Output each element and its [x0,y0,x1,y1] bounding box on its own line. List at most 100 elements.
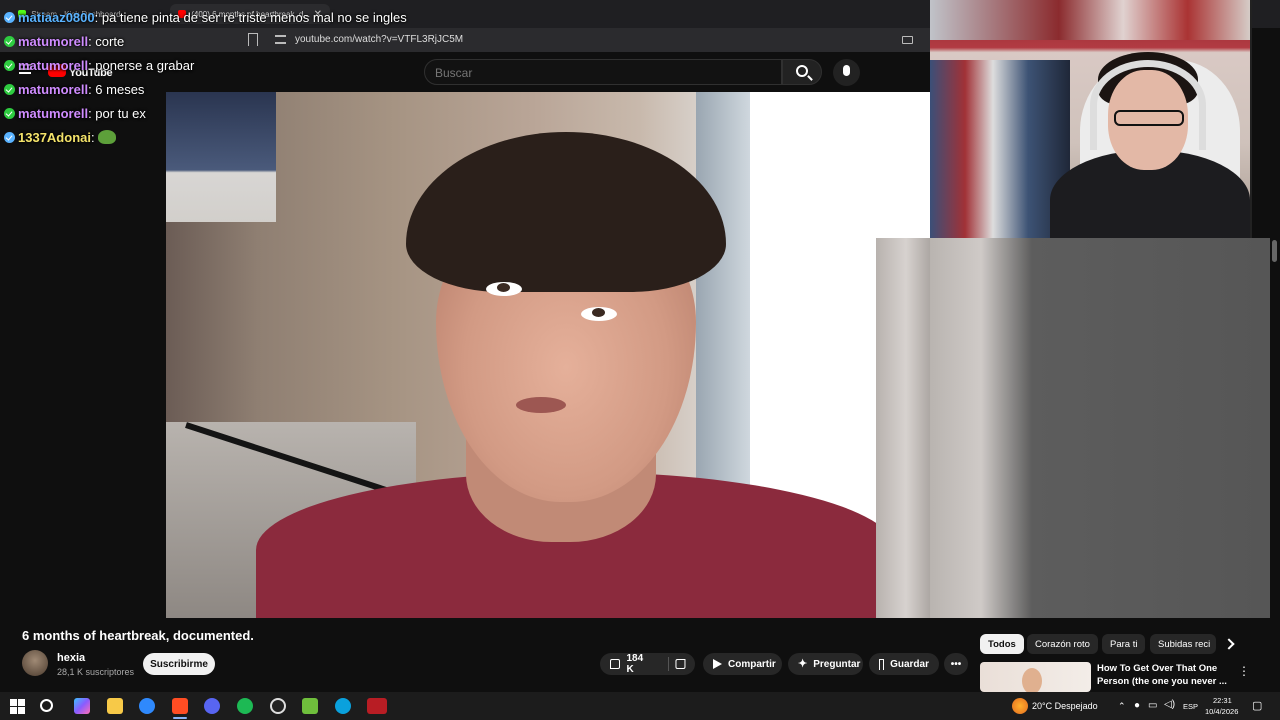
verified-badge-icon [4,84,15,95]
site-settings-icon[interactable] [275,35,286,44]
voice-search-button[interactable] [833,59,860,86]
chat-message: matumorell: por tu ex [4,106,146,126]
recommended-video-title[interactable]: How To Get Over That One Person (the one… [1097,662,1227,688]
bookmark-icon[interactable] [248,33,258,46]
microphone-icon[interactable]: ● [1134,700,1140,711]
video-person-eye-left [486,282,522,296]
chat-text: : pa tiene pinta de ser re triste menos … [94,10,407,25]
chat-text: : 6 meses [88,82,145,97]
volume-icon[interactable]: ◁) [1164,699,1175,710]
save-button[interactable]: Guardar [869,653,939,675]
windows-taskbar: 20°C Despejado ⌃ ● ▭ ◁) ESP 22:31 10/4/2… [0,692,1280,720]
streamer-webcam [930,0,1252,238]
chat-message: 1337Adonai: [4,130,116,150]
kebab-menu-icon[interactable]: ⋮ [1238,665,1250,677]
chat-username: matumorell [18,82,89,97]
page-right-backdrop [930,238,1270,618]
share-button[interactable]: Compartir [703,653,782,675]
verified-badge-icon [4,36,15,47]
webcam-clothes-rack [930,60,1070,238]
webcam-wall-posters [930,0,1250,40]
verified-badge-icon [4,108,15,119]
like-dislike-group: 184 K [600,653,695,675]
video-player[interactable] [166,92,930,618]
verified-badge-icon [4,60,15,71]
video-title: 6 months of heartbreak, documented. [22,628,254,643]
chat-username: 1337Adonai [18,130,91,145]
active-app-indicator [173,717,187,719]
clock-time[interactable]: 22:31 [1213,696,1232,705]
recommended-video-thumbnail[interactable] [980,662,1091,692]
bookmark-icon [879,658,885,670]
background-curtain [876,238,936,618]
webcam-headset [1090,60,1206,150]
discord-icon[interactable] [204,698,220,714]
chevron-right-icon[interactable] [1223,638,1235,650]
page-scrollbar[interactable] [1272,240,1277,262]
ask-label: Preguntar [813,658,861,670]
chat-username: matumorell [18,34,89,49]
obs-icon[interactable] [270,698,286,714]
share-icon [713,659,722,669]
screen: Stream - Kick Dashboard (400) 6 months o… [0,0,1280,720]
chat-message: matumorell: ponerse a grabar [4,58,194,78]
weather-icon[interactable] [1012,698,1028,714]
file-explorer-icon[interactable] [107,698,123,714]
copilot-icon[interactable] [74,698,90,714]
address-bar: youtube.com/watch?v=VTFL3RjJC5M [0,28,930,52]
chat-username: matumorell [18,58,89,73]
subscribe-button[interactable]: Suscribirme [143,653,215,675]
edge-icon[interactable] [335,698,351,714]
minecraft-icon[interactable] [302,698,318,714]
search-icon [796,65,808,77]
like-icon[interactable] [610,659,621,669]
video-person-hair [406,132,726,292]
chat-message: matiaaz0800: pa tiene pinta de ser re tr… [4,10,407,30]
chip-corazon-roto[interactable]: Corazón roto [1027,634,1098,654]
search-button[interactable] [782,59,822,85]
like-divider [667,657,669,671]
video-editor-icon[interactable] [367,698,387,714]
search-input[interactable] [435,66,755,80]
subscriber-badge-icon [4,132,15,143]
more-actions-button[interactable]: ••• [944,653,968,675]
save-label: Guardar [890,658,929,670]
microphone-icon [843,65,850,76]
chat-message: matumorell: corte [4,34,124,54]
chevron-up-icon[interactable]: ⌃ [1118,701,1126,712]
channel-name[interactable]: hexia [57,652,85,664]
dislike-icon[interactable] [674,659,685,669]
language-indicator[interactable]: ESP [1183,702,1198,711]
clock-date[interactable]: 10/4/2026 [1205,707,1238,716]
pepe-emote-icon [97,130,116,144]
video-person-eye-right [581,307,617,321]
chat-username: matiaaz0800 [18,10,95,25]
taskbar-search-icon[interactable] [40,699,53,712]
network-icon[interactable]: ▭ [1148,700,1157,711]
chip-subidas-recientes[interactable]: Subidas reci [1150,634,1216,654]
windows-start-icon[interactable] [9,698,25,714]
url-text[interactable]: youtube.com/watch?v=VTFL3RjJC5M [295,34,463,45]
spotify-icon[interactable] [237,698,253,714]
video-background-shelf [166,92,276,222]
search-box[interactable] [424,59,782,85]
notification-icon[interactable]: ▢ [1252,699,1262,712]
subscriber-count: 28,1 K suscriptores [57,667,135,677]
chip-para-ti[interactable]: Para ti [1102,634,1146,654]
weather-text[interactable]: 20°C Despejado [1032,701,1098,711]
chat-text: : [90,130,95,145]
cast-icon[interactable] [902,36,913,44]
brave-browser-icon[interactable] [172,698,188,714]
like-count[interactable]: 184 K [626,653,651,675]
chat-text: : ponerse a grabar [88,58,195,73]
video-person-mouth [516,397,566,413]
share-label: Compartir [728,658,776,670]
chip-todos[interactable]: Todos [980,634,1024,654]
chat-text: : corte [88,34,125,49]
chrome-icon[interactable] [139,698,155,714]
chat-badge-icon [4,12,15,23]
chat-text: : por tu ex [88,106,146,121]
ask-button[interactable]: ✦ Preguntar [788,653,863,675]
channel-avatar[interactable] [22,650,48,676]
chat-message: matumorell: 6 meses [4,82,144,102]
